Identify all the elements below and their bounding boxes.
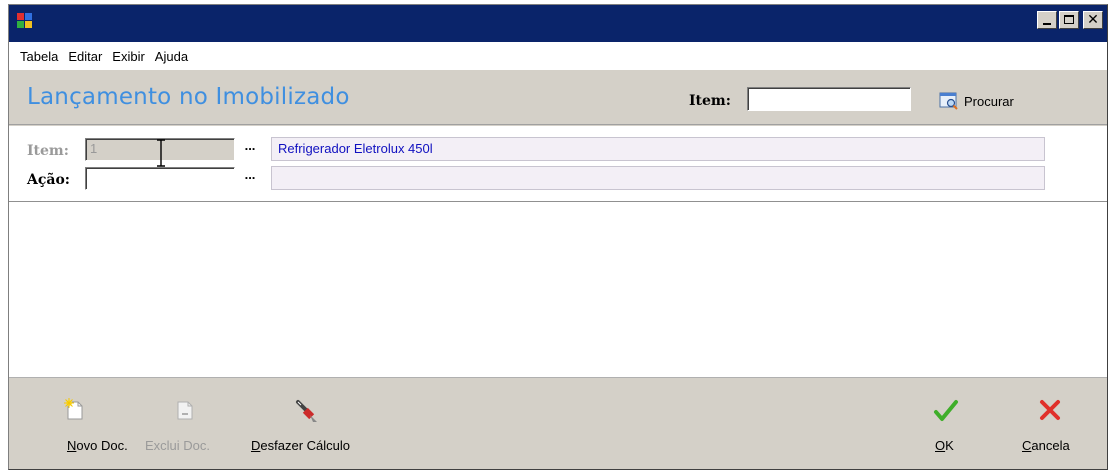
- new-doc-label: Novo Doc.: [67, 438, 128, 453]
- menu-tabela[interactable]: Tabela: [15, 49, 63, 64]
- close-button[interactable]: ✕: [1083, 11, 1103, 29]
- item-label: Item:: [27, 143, 69, 159]
- acao-label: Ação:: [27, 172, 70, 188]
- text-cursor-icon: [157, 139, 165, 167]
- undo-calc-label: Desfazer Cálculo: [251, 438, 350, 453]
- find-button[interactable]: Procurar: [939, 90, 1014, 112]
- cancel-label: Cancela: [1022, 438, 1070, 453]
- window-controls: ✕: [1037, 11, 1103, 29]
- search-item-input[interactable]: [747, 87, 911, 111]
- x-icon: [1038, 398, 1062, 422]
- find-icon: [939, 92, 959, 110]
- item-description: Refrigerador Eletrolux 450l: [271, 137, 1045, 161]
- search-item-label: Item:: [689, 93, 731, 109]
- brush-icon: [293, 398, 317, 422]
- acao-lookup-button[interactable]: ...: [237, 167, 263, 190]
- maximize-button[interactable]: [1059, 11, 1079, 29]
- menu-ajuda[interactable]: Ajuda: [150, 49, 193, 64]
- ok-label: OK: [935, 438, 954, 453]
- menu-editar[interactable]: Editar: [63, 49, 107, 64]
- minimize-icon: [1043, 23, 1051, 25]
- acao-description: [271, 166, 1045, 190]
- app-icon: [17, 13, 33, 29]
- main-window: ✕ Tabela Editar Exibir Ajuda Lançamento …: [8, 4, 1108, 470]
- maximize-icon: [1064, 15, 1074, 24]
- cancel-button[interactable]: Cancela: [1014, 378, 1094, 469]
- item-lookup-button[interactable]: ...: [237, 138, 263, 161]
- content-area: [9, 202, 1107, 377]
- new-doc-button[interactable]: Novo Doc.: [29, 378, 129, 469]
- menu-exibir[interactable]: Exibir: [107, 49, 150, 64]
- acao-code-input[interactable]: [85, 167, 235, 190]
- close-icon: ✕: [1087, 12, 1099, 28]
- page-title: Lançamento no Imobilizado: [27, 84, 350, 110]
- minimize-button[interactable]: [1037, 11, 1057, 29]
- new-doc-icon: [63, 398, 87, 422]
- delete-doc-label: Exclui Doc.: [145, 438, 211, 453]
- menu-bar: Tabela Editar Exibir Ajuda: [9, 42, 1107, 70]
- form-area: Item: 1 ... Refrigerador Eletrolux 450l …: [9, 126, 1107, 202]
- delete-doc-button[interactable]: Exclui Doc.: [139, 378, 229, 469]
- find-button-label: Procurar: [964, 93, 1014, 109]
- bottom-toolbar: Novo Doc. Exclui Doc. Desfazer Cálculo O…: [9, 377, 1107, 469]
- ok-button[interactable]: OK: [919, 378, 969, 469]
- header-band: Lançamento no Imobilizado Item: Procurar: [9, 70, 1107, 125]
- undo-calc-button[interactable]: Desfazer Cálculo: [249, 378, 389, 469]
- check-icon: [933, 398, 958, 422]
- title-bar[interactable]: ✕: [9, 5, 1107, 42]
- delete-doc-icon: [173, 398, 197, 422]
